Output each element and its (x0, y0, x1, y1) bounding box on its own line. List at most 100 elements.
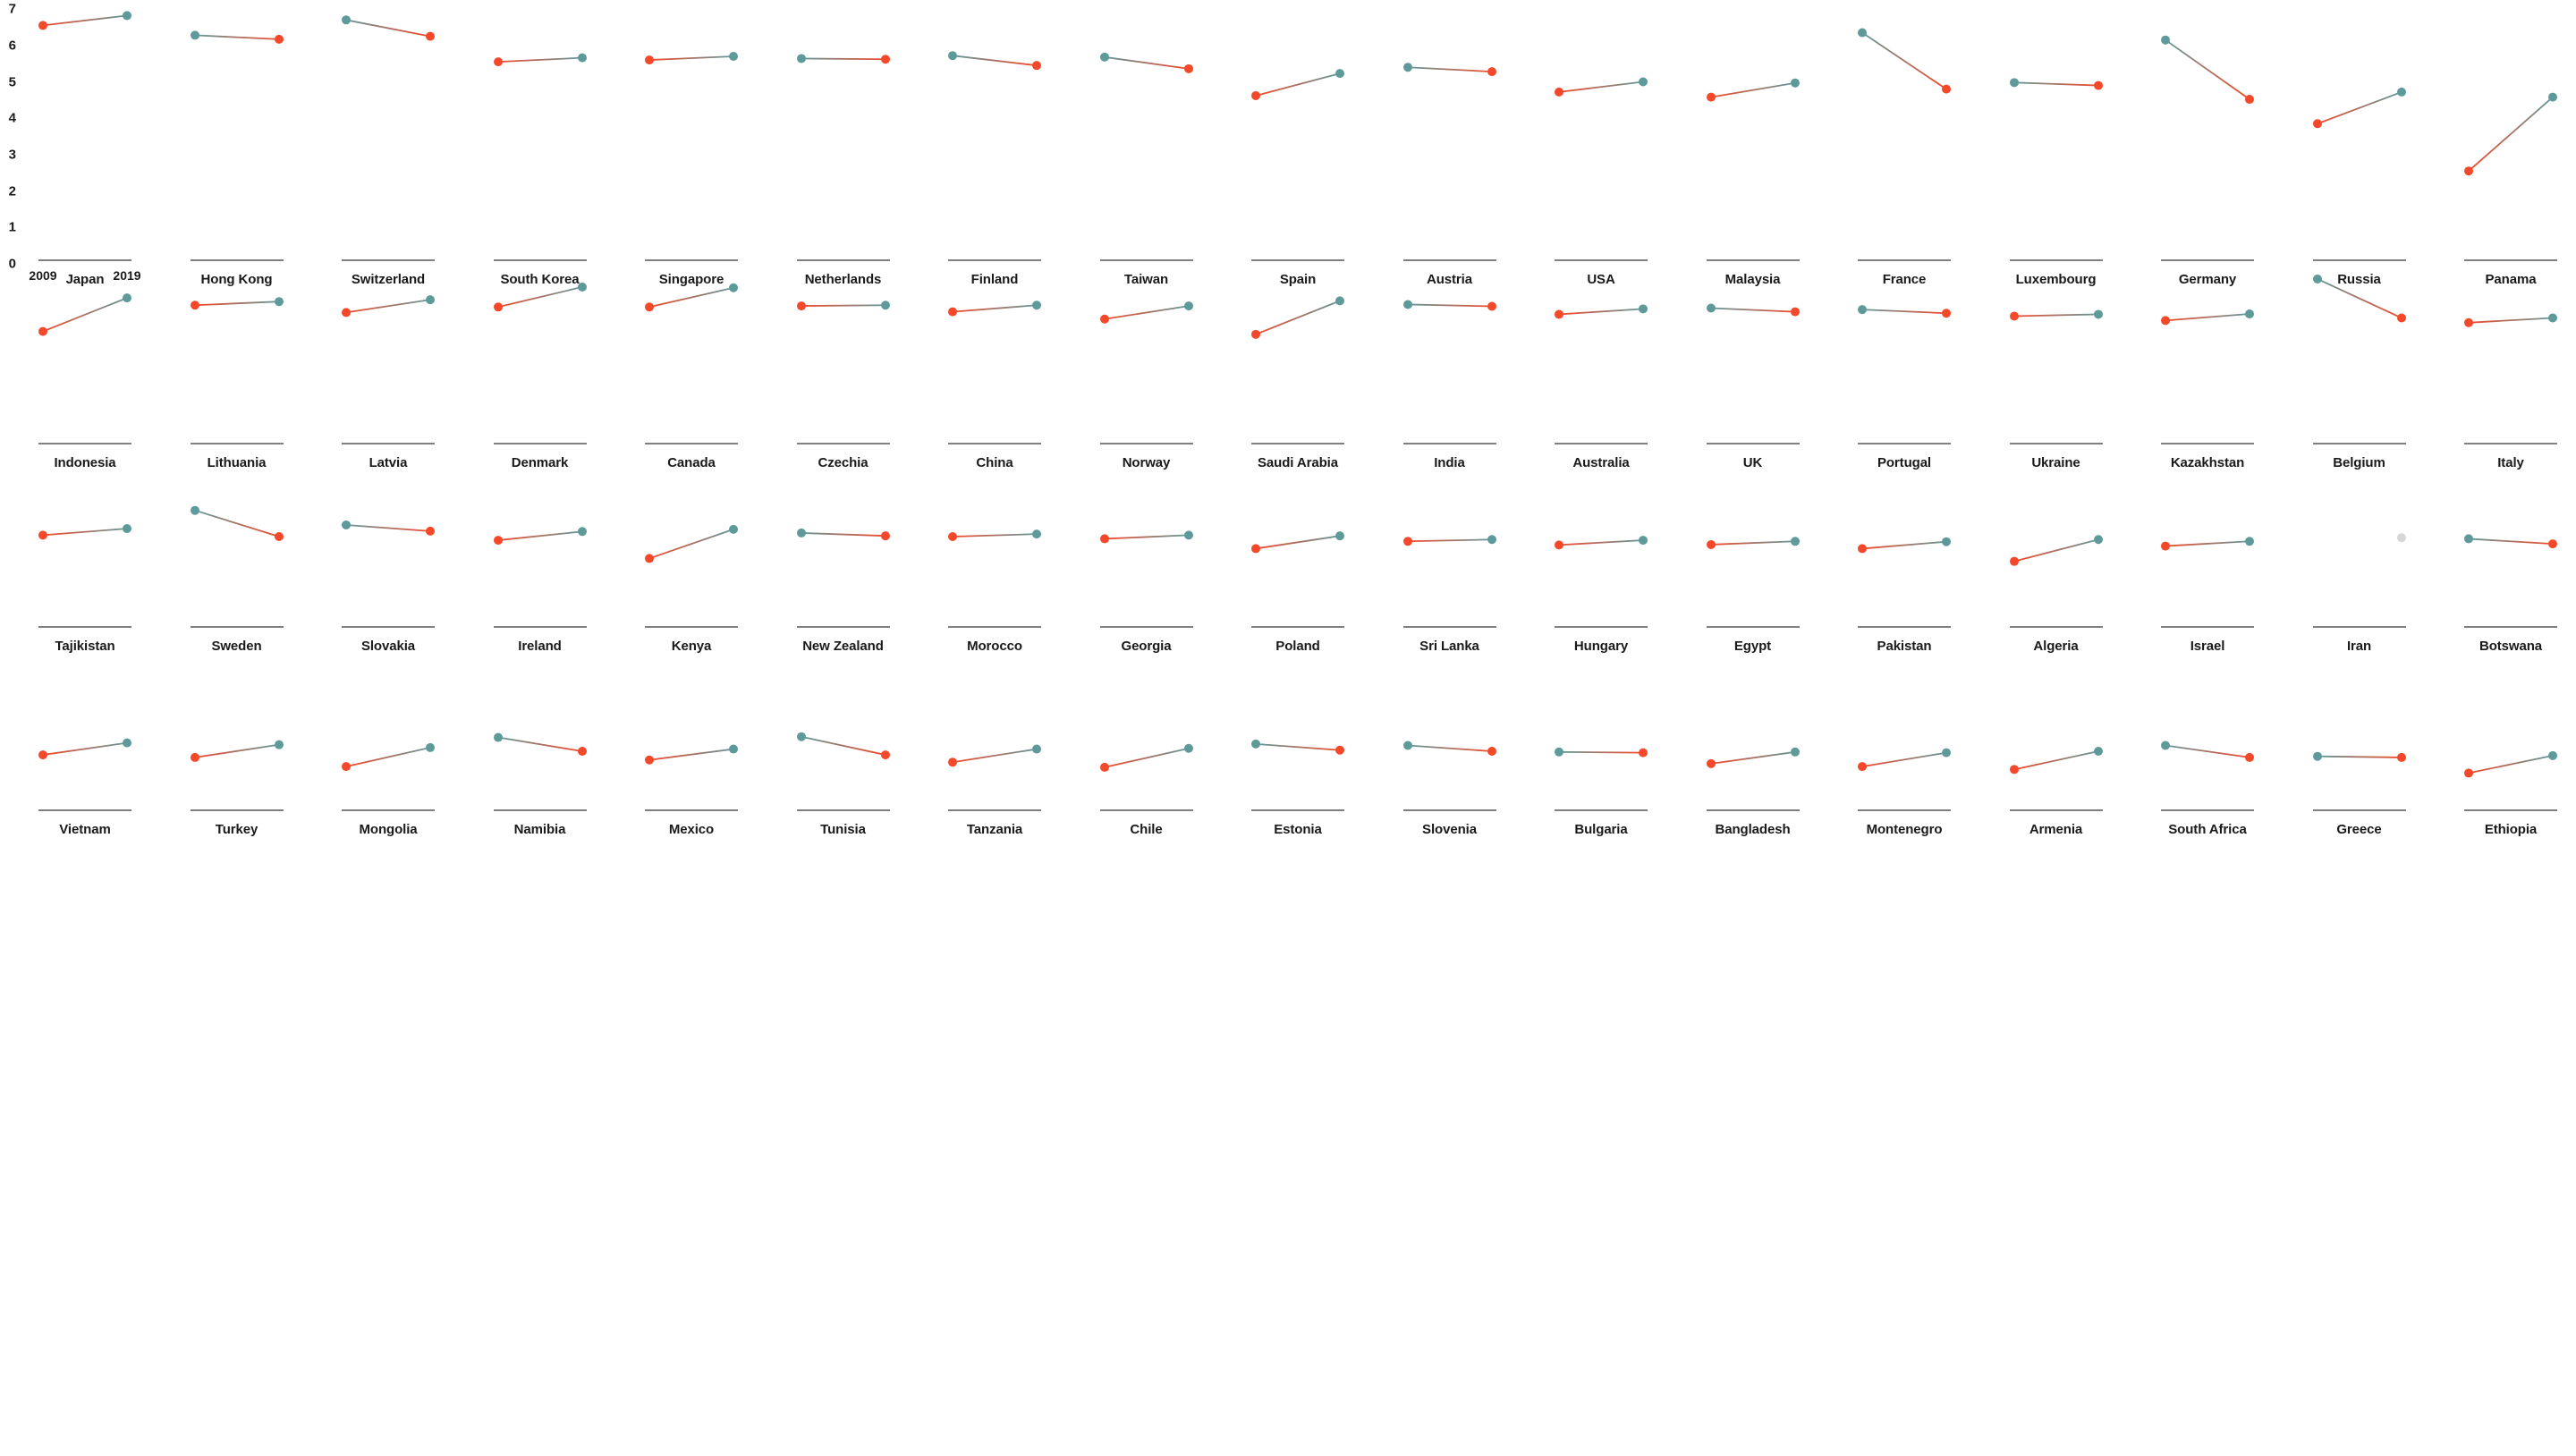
data-point-start[interactable] (948, 51, 957, 61)
data-point-end[interactable] (274, 531, 284, 541)
data-point-end[interactable] (426, 742, 435, 752)
data-point-end[interactable] (1790, 747, 1800, 757)
data-point-start[interactable] (1251, 90, 1260, 100)
data-point-start[interactable] (2464, 534, 2473, 544)
data-point-end[interactable] (426, 295, 435, 305)
data-point-end[interactable] (1639, 304, 1648, 314)
data-point-end[interactable] (1032, 744, 1041, 754)
data-point-start[interactable] (2464, 768, 2473, 778)
data-point-start[interactable] (1099, 52, 1109, 62)
data-point-start[interactable] (1858, 762, 1867, 772)
data-point-start[interactable] (2161, 741, 2170, 750)
data-point-end[interactable] (1183, 530, 1193, 540)
data-point-start[interactable] (796, 732, 806, 741)
data-point-end[interactable] (577, 282, 587, 292)
data-point-end[interactable] (577, 53, 587, 63)
data-point-end[interactable] (1942, 309, 1951, 318)
data-point-start[interactable] (645, 302, 654, 312)
data-point-end[interactable] (1335, 745, 1344, 755)
data-point-end[interactable] (1942, 748, 1951, 758)
data-point-end[interactable] (1032, 529, 1041, 539)
data-point-end[interactable] (2548, 313, 2557, 323)
data-point-end[interactable] (729, 52, 738, 62)
data-point-end[interactable] (729, 524, 738, 534)
data-point-start[interactable] (2312, 274, 2322, 284)
data-point-start[interactable] (2312, 119, 2322, 129)
data-point-start[interactable] (2464, 166, 2473, 176)
data-point-start[interactable] (2312, 751, 2322, 761)
data-point-start[interactable] (2161, 316, 2170, 326)
data-point-end[interactable] (1790, 537, 1800, 546)
data-point-end[interactable] (1639, 748, 1648, 758)
data-point-end[interactable] (2548, 750, 2557, 760)
data-point-start[interactable] (1555, 540, 1563, 550)
data-point-start[interactable] (1402, 537, 1412, 546)
data-point-end[interactable] (1639, 536, 1648, 546)
data-point-end[interactable] (1335, 69, 1344, 79)
data-point-start[interactable] (190, 30, 199, 40)
data-point-end[interactable] (2093, 309, 2103, 319)
data-point-end[interactable] (426, 31, 435, 41)
data-point-start[interactable] (796, 54, 806, 63)
data-point-start[interactable] (38, 750, 47, 760)
data-point-end[interactable] (2245, 309, 2254, 319)
data-point-start[interactable] (1251, 329, 1260, 339)
data-point-end[interactable] (2396, 313, 2406, 323)
data-point-start[interactable] (38, 326, 47, 336)
data-point-end[interactable] (123, 11, 131, 21)
data-point-end[interactable] (123, 524, 131, 534)
data-point-end[interactable] (2548, 92, 2557, 102)
data-point-end[interactable] (1639, 77, 1648, 87)
data-point-start[interactable] (1402, 741, 1412, 750)
data-point-end[interactable] (1487, 67, 1496, 77)
data-point-end[interactable] (1790, 307, 1800, 317)
data-point-end[interactable] (2245, 95, 2254, 105)
data-point-end[interactable] (1032, 301, 1041, 310)
data-point-start[interactable] (1251, 739, 1260, 749)
data-point-end[interactable] (729, 283, 738, 292)
data-point-end[interactable] (123, 293, 131, 303)
data-point-end[interactable] (2396, 752, 2406, 762)
data-point-end[interactable] (1335, 296, 1344, 306)
data-point-end[interactable] (880, 531, 890, 541)
data-point-start[interactable] (1858, 305, 1867, 315)
data-point-start[interactable] (342, 520, 351, 529)
data-point-start[interactable] (1706, 92, 1716, 102)
data-point-start[interactable] (1555, 87, 1563, 97)
data-point-end[interactable] (2548, 539, 2557, 549)
data-point-start[interactable] (1555, 309, 1563, 319)
data-point-start[interactable] (645, 755, 654, 765)
data-point-start[interactable] (1402, 63, 1412, 72)
data-point-start[interactable] (1706, 303, 1716, 313)
data-point-end[interactable] (2093, 746, 2103, 756)
data-point-missing[interactable] (2396, 533, 2406, 543)
data-point-start[interactable] (948, 758, 957, 767)
data-point-end[interactable] (1487, 535, 1496, 545)
data-point-end[interactable] (1487, 746, 1496, 756)
data-point-start[interactable] (1402, 300, 1412, 309)
data-point-start[interactable] (190, 505, 199, 515)
data-point-start[interactable] (342, 308, 351, 317)
data-point-end[interactable] (2396, 87, 2406, 97)
data-point-start[interactable] (1706, 539, 1716, 549)
data-point-start[interactable] (190, 301, 199, 310)
data-point-start[interactable] (493, 536, 503, 546)
data-point-end[interactable] (274, 297, 284, 307)
data-point-start[interactable] (190, 752, 199, 762)
data-point-end[interactable] (1032, 61, 1041, 71)
data-point-start[interactable] (1099, 314, 1109, 324)
data-point-start[interactable] (1858, 28, 1867, 38)
data-point-start[interactable] (493, 302, 503, 312)
data-point-start[interactable] (38, 530, 47, 540)
data-point-end[interactable] (577, 746, 587, 756)
data-point-end[interactable] (274, 740, 284, 749)
data-point-start[interactable] (1099, 534, 1109, 544)
data-point-start[interactable] (1555, 747, 1563, 757)
data-point-end[interactable] (729, 744, 738, 754)
data-point-start[interactable] (1099, 762, 1109, 772)
data-point-end[interactable] (426, 526, 435, 536)
data-point-end[interactable] (2245, 752, 2254, 762)
data-point-end[interactable] (1942, 84, 1951, 94)
data-point-start[interactable] (2009, 311, 2019, 321)
data-point-end[interactable] (2245, 537, 2254, 546)
